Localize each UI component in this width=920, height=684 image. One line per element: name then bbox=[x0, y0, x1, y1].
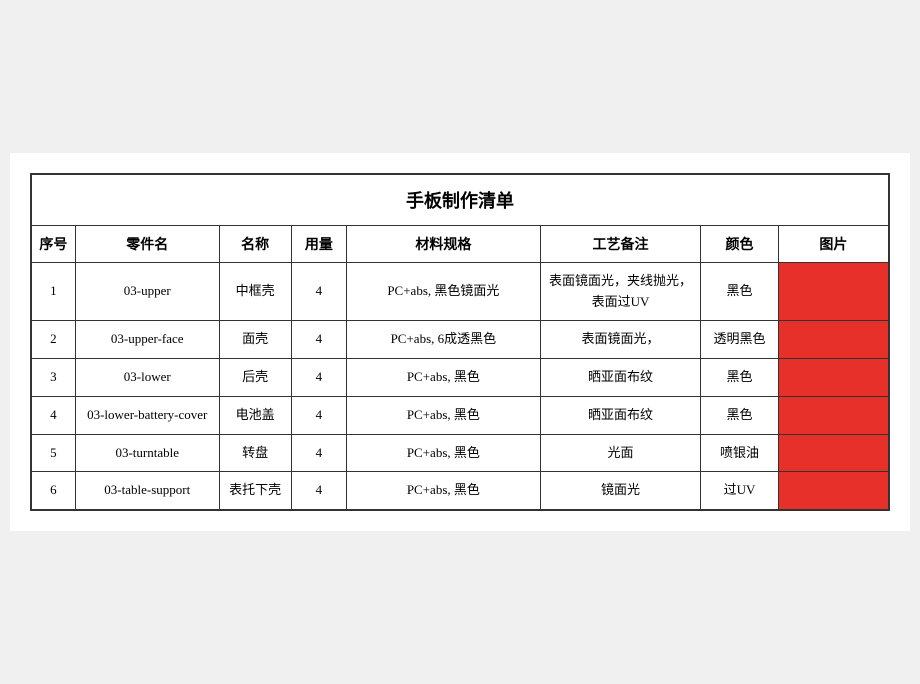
cell-name: 转盘 bbox=[219, 434, 291, 472]
cell-seq: 3 bbox=[31, 359, 75, 397]
cell-part-code: 03-turntable bbox=[75, 434, 219, 472]
header-process: 工艺备注 bbox=[540, 225, 701, 262]
page-wrapper: 手板制作清单 序号 零件名 名称 用量 材料规格 工艺备注 颜色 图片 103-… bbox=[10, 153, 910, 532]
cell-image bbox=[778, 396, 889, 434]
table-row: 503-turntable转盘4PC+abs, 黑色光面喷银油 bbox=[31, 434, 889, 472]
cell-qty: 4 bbox=[291, 396, 346, 434]
header-seq: 序号 bbox=[31, 225, 75, 262]
cell-name: 表托下壳 bbox=[219, 472, 291, 510]
cell-process: 表面镜面光， bbox=[540, 321, 701, 359]
cell-process: 表面镜面光，夹线抛光，表面过UV bbox=[540, 262, 701, 321]
cell-spec: PC+abs, 黑色镜面光 bbox=[347, 262, 541, 321]
header-color: 颜色 bbox=[701, 225, 778, 262]
table-title: 手板制作清单 bbox=[31, 174, 889, 226]
cell-color: 黑色 bbox=[701, 359, 778, 397]
title-row: 手板制作清单 bbox=[31, 174, 889, 226]
table-row: 403-lower-battery-cover电池盖4PC+abs, 黑色晒亚面… bbox=[31, 396, 889, 434]
header-part-code: 零件名 bbox=[75, 225, 219, 262]
cell-image bbox=[778, 434, 889, 472]
cell-part-code: 03-lower-battery-cover bbox=[75, 396, 219, 434]
cell-seq: 1 bbox=[31, 262, 75, 321]
table-row: 203-upper-face面壳4PC+abs, 6成透黑色表面镜面光，透明黑色 bbox=[31, 321, 889, 359]
cell-image bbox=[778, 321, 889, 359]
cell-spec: PC+abs, 6成透黑色 bbox=[347, 321, 541, 359]
table-row: 603-table-support表托下壳4PC+abs, 黑色镜面光过UV bbox=[31, 472, 889, 510]
cell-spec: PC+abs, 黑色 bbox=[347, 359, 541, 397]
cell-seq: 6 bbox=[31, 472, 75, 510]
main-table: 手板制作清单 序号 零件名 名称 用量 材料规格 工艺备注 颜色 图片 103-… bbox=[30, 173, 890, 512]
cell-name: 面壳 bbox=[219, 321, 291, 359]
cell-process: 光面 bbox=[540, 434, 701, 472]
cell-part-code: 03-lower bbox=[75, 359, 219, 397]
cell-part-code: 03-upper-face bbox=[75, 321, 219, 359]
cell-qty: 4 bbox=[291, 359, 346, 397]
cell-name: 电池盖 bbox=[219, 396, 291, 434]
cell-image bbox=[778, 262, 889, 321]
header-image: 图片 bbox=[778, 225, 889, 262]
header-spec: 材料规格 bbox=[347, 225, 541, 262]
cell-seq: 4 bbox=[31, 396, 75, 434]
cell-image bbox=[778, 472, 889, 510]
cell-spec: PC+abs, 黑色 bbox=[347, 472, 541, 510]
cell-color: 过UV bbox=[701, 472, 778, 510]
header-row: 序号 零件名 名称 用量 材料规格 工艺备注 颜色 图片 bbox=[31, 225, 889, 262]
cell-process: 晒亚面布纹 bbox=[540, 396, 701, 434]
cell-name: 后壳 bbox=[219, 359, 291, 397]
cell-process: 镜面光 bbox=[540, 472, 701, 510]
cell-image bbox=[778, 359, 889, 397]
cell-process: 晒亚面布纹 bbox=[540, 359, 701, 397]
cell-color: 黑色 bbox=[701, 396, 778, 434]
cell-spec: PC+abs, 黑色 bbox=[347, 434, 541, 472]
cell-seq: 5 bbox=[31, 434, 75, 472]
table-body: 103-upper中框壳4PC+abs, 黑色镜面光表面镜面光，夹线抛光，表面过… bbox=[31, 262, 889, 510]
cell-qty: 4 bbox=[291, 434, 346, 472]
table-row: 303-lower后壳4PC+abs, 黑色晒亚面布纹黑色 bbox=[31, 359, 889, 397]
cell-part-code: 03-table-support bbox=[75, 472, 219, 510]
cell-name: 中框壳 bbox=[219, 262, 291, 321]
cell-seq: 2 bbox=[31, 321, 75, 359]
table-row: 103-upper中框壳4PC+abs, 黑色镜面光表面镜面光，夹线抛光，表面过… bbox=[31, 262, 889, 321]
cell-part-code: 03-upper bbox=[75, 262, 219, 321]
cell-color: 喷银油 bbox=[701, 434, 778, 472]
cell-color: 黑色 bbox=[701, 262, 778, 321]
cell-qty: 4 bbox=[291, 472, 346, 510]
cell-color: 透明黑色 bbox=[701, 321, 778, 359]
cell-spec: PC+abs, 黑色 bbox=[347, 396, 541, 434]
header-qty: 用量 bbox=[291, 225, 346, 262]
cell-qty: 4 bbox=[291, 262, 346, 321]
cell-qty: 4 bbox=[291, 321, 346, 359]
header-name: 名称 bbox=[219, 225, 291, 262]
